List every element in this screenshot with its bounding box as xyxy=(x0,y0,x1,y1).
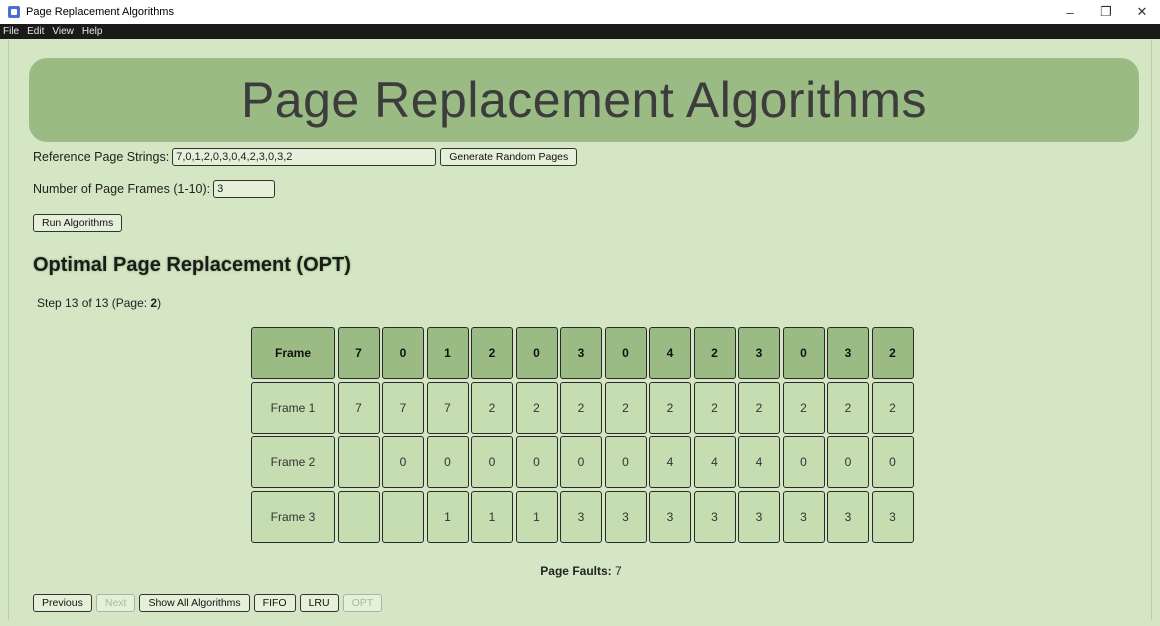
table-cell: 0 xyxy=(515,436,558,488)
table-cell: 3 xyxy=(738,490,780,543)
menu-view[interactable]: View xyxy=(52,26,74,37)
table-cell: 2 xyxy=(649,381,691,434)
run-row: Run Algorithms xyxy=(33,214,123,232)
run-algorithms-button[interactable]: Run Algorithms xyxy=(33,214,123,232)
table-header-page: 2 xyxy=(693,327,736,379)
table-header-page: 2 xyxy=(471,327,513,379)
table-header-page: 2 xyxy=(871,327,914,379)
reference-input[interactable]: 7,0,1,2,0,3,0,4,2,3,0,3,2 xyxy=(172,148,437,166)
table-row-label: Frame 1 xyxy=(251,381,335,434)
step-indicator: Step 13 of 13 (Page: 2) xyxy=(37,296,161,310)
table-cell: 3 xyxy=(782,490,825,543)
section-title: Optimal Page Replacement (OPT) xyxy=(33,254,351,276)
reference-row: Reference Page Strings: 7,0,1,2,0,3,0,4,… xyxy=(33,148,578,166)
table-header-page: 4 xyxy=(649,327,691,379)
show-all-algorithms-button[interactable]: Show All Algorithms xyxy=(139,594,250,612)
window-title: Page Replacement Algorithms xyxy=(26,6,174,18)
main-content: Page Replacement Algorithms Reference Pa… xyxy=(8,40,1152,620)
previous-button[interactable]: Previous xyxy=(33,594,92,612)
table-cell: 0 xyxy=(426,436,469,488)
table-cell: 0 xyxy=(827,436,869,488)
table-header-page: 3 xyxy=(827,327,869,379)
page-title: Page Replacement Algorithms xyxy=(240,72,928,128)
reference-label: Reference Page Strings: xyxy=(33,150,170,164)
table-cell: 0 xyxy=(560,436,602,488)
table-cell: 0 xyxy=(382,436,424,488)
table-cell: 2 xyxy=(560,381,602,434)
table-cell: 3 xyxy=(693,490,736,543)
table-cell: 3 xyxy=(560,490,602,543)
step-suffix: ) xyxy=(157,296,162,310)
table-cell: 4 xyxy=(649,436,691,488)
table-header-page: 0 xyxy=(782,327,825,379)
table-row-label: Frame 3 xyxy=(251,490,335,543)
lru-button[interactable]: LRU xyxy=(299,594,339,612)
fifo-button[interactable]: FIFO xyxy=(253,594,296,612)
menu-edit[interactable]: Edit xyxy=(27,26,44,37)
table-cell: 4 xyxy=(693,436,736,488)
table-cell: 7 xyxy=(426,381,469,434)
table-cell: 2 xyxy=(871,381,914,434)
table-cell: 1 xyxy=(426,490,469,543)
table-header-page: 0 xyxy=(382,327,424,379)
table-cell: 3 xyxy=(604,490,647,543)
page-faults: Page Faults: 7 xyxy=(9,564,1153,578)
table-cell xyxy=(382,490,424,543)
menu-help[interactable]: Help xyxy=(82,26,103,37)
menu-file[interactable]: File xyxy=(3,26,19,37)
table-cell: 1 xyxy=(471,490,513,543)
next-button[interactable]: Next xyxy=(95,594,136,612)
table-cell: 3 xyxy=(871,490,914,543)
table-cell: 2 xyxy=(515,381,558,434)
table-cell: 1 xyxy=(515,490,558,543)
table-cell: 0 xyxy=(871,436,914,488)
table-cell: 2 xyxy=(604,381,647,434)
menu-bar: File Edit View Help xyxy=(0,24,1160,39)
close-button[interactable]: ✕ xyxy=(1124,0,1160,24)
table-cell: 0 xyxy=(471,436,513,488)
opt-button[interactable]: OPT xyxy=(342,594,383,612)
step-prefix: Step 13 of 13 (Page: xyxy=(37,296,151,310)
page-faults-label: Page Faults: xyxy=(540,564,612,578)
table-header-page: 3 xyxy=(560,327,602,379)
maximize-button[interactable]: ❐ xyxy=(1088,0,1124,24)
table-header-frame: Frame xyxy=(251,327,335,379)
table-header-page: 7 xyxy=(337,327,380,379)
page-faults-value: 7 xyxy=(615,564,622,578)
table-cell: 2 xyxy=(738,381,780,434)
table-cell: 0 xyxy=(604,436,647,488)
table-cell: 4 xyxy=(738,436,780,488)
frames-input[interactable]: 3 xyxy=(213,180,276,198)
table-cell: 2 xyxy=(827,381,869,434)
generate-random-pages-button[interactable]: Generate Random Pages xyxy=(440,148,578,166)
title-bar: Page Replacement Algorithms – ❐ ✕ xyxy=(0,0,1160,24)
window-controls: – ❐ ✕ xyxy=(1052,0,1160,24)
table-cell: 3 xyxy=(649,490,691,543)
table-cell xyxy=(337,490,380,543)
header-banner: Page Replacement Algorithms xyxy=(29,58,1139,142)
table-header-page: 0 xyxy=(604,327,647,379)
table-header-page: 1 xyxy=(426,327,469,379)
frames-label: Number of Page Frames (1-10): xyxy=(33,182,211,196)
table-cell: 7 xyxy=(337,381,380,434)
app-icon xyxy=(8,6,20,18)
table-cell: 0 xyxy=(782,436,825,488)
table-header-page: 3 xyxy=(738,327,780,379)
table-header-page: 0 xyxy=(515,327,558,379)
table-cell: 3 xyxy=(827,490,869,543)
table-cell: 2 xyxy=(693,381,736,434)
table-cell xyxy=(337,436,380,488)
table-row-label: Frame 2 xyxy=(251,436,335,488)
table-cell: 7 xyxy=(382,381,424,434)
table-cell: 2 xyxy=(471,381,513,434)
minimize-button[interactable]: – xyxy=(1052,0,1088,24)
bottom-nav: Previous Next Show All Algorithms FIFO L… xyxy=(33,594,383,612)
table-cell: 2 xyxy=(782,381,825,434)
frames-row: Number of Page Frames (1-10): 3 xyxy=(33,180,276,198)
